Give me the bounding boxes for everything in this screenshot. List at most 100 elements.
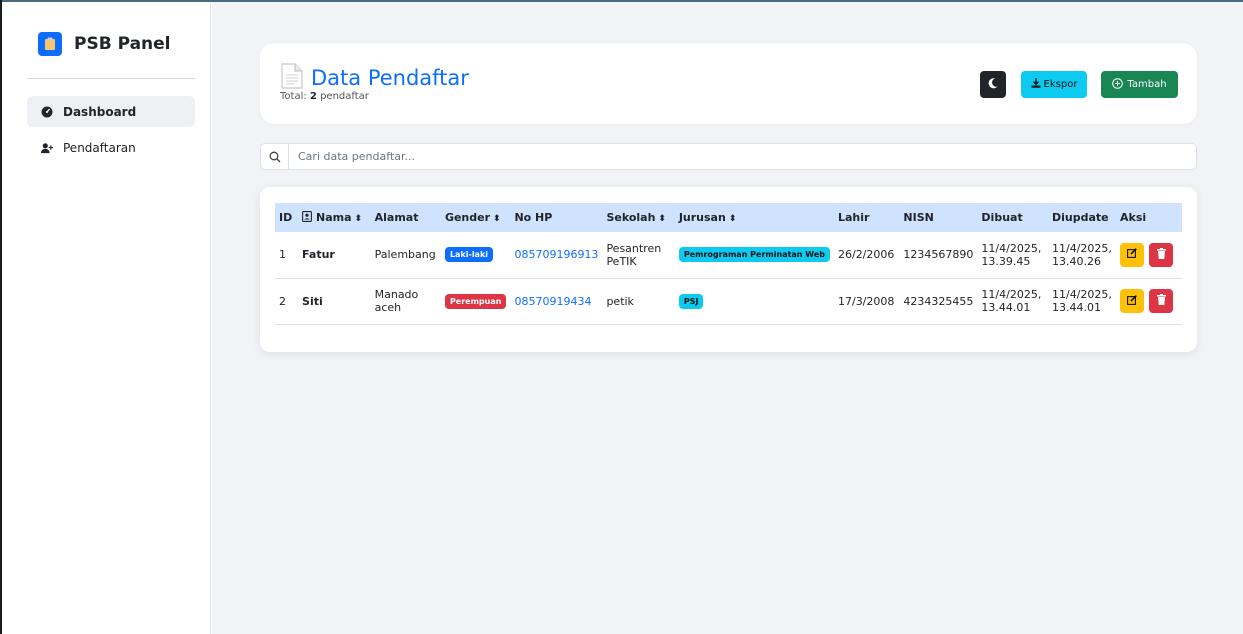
cell-jurusan: Pemrograman Perminatan Web: [674, 232, 834, 279]
sidebar-divider: [27, 78, 195, 79]
col-jurusan[interactable]: Jurusan ⬍: [675, 203, 834, 232]
cell-diupdate: 11/4/2025, 13.44.01: [1047, 278, 1116, 325]
moon-icon: [988, 77, 998, 92]
download-icon: [1031, 78, 1041, 91]
cell-dibuat: 11/4/2025, 13.44.01: [977, 278, 1048, 325]
sidebar: PSB Panel Dashboard Pendaftaran: [2, 2, 211, 634]
sort-icon: ⬍: [493, 214, 501, 224]
table-row: 1 Fatur Palembang Laki-laki 085709196913…: [275, 232, 1182, 279]
table-row: 2 Siti Manado aceh Perempuan 08570919434…: [275, 278, 1182, 325]
cell-jurusan: PSJ: [674, 278, 834, 325]
col-nama[interactable]: Nama ⬍: [298, 203, 371, 232]
col-label: Jurusan: [678, 211, 726, 224]
brand-title: PSB Panel: [74, 34, 171, 54]
cell-nama: Fatur: [298, 232, 371, 279]
main-content: Data Pendaftar Total: 2 pendaftar Ekspor…: [212, 2, 1243, 634]
search-bar: [260, 143, 1197, 170]
gender-badge: Laki-laki: [444, 247, 494, 263]
theme-toggle-button[interactable]: [980, 71, 1006, 98]
col-label: ID: [279, 211, 293, 224]
col-diupdate: Diupdate: [1048, 203, 1116, 232]
cell-no-hp: 08570919434: [510, 278, 603, 325]
col-label: Aksi: [1120, 211, 1147, 224]
table-card: ID Nama ⬍ Alamat Gender ⬍ No HP Sekolah ⬍ J…: [260, 187, 1197, 352]
col-label: Gender: [444, 211, 491, 224]
col-label: NISN: [903, 211, 934, 224]
phone-link[interactable]: 08570919434: [514, 295, 591, 308]
cell-id: 1: [275, 232, 299, 279]
search-input[interactable]: [289, 150, 1169, 163]
total-unit: pendaftar: [320, 91, 369, 102]
col-label: Nama: [316, 211, 352, 224]
cell-nisn: 4234325455: [899, 278, 978, 325]
add-label: Tambah: [1127, 79, 1167, 90]
sort-icon: ⬍: [354, 214, 363, 224]
col-label: Alamat: [374, 211, 419, 224]
delete-button[interactable]: [1149, 289, 1173, 313]
col-dibuat: Dibuat: [977, 203, 1048, 232]
col-lahir: Lahir: [834, 203, 899, 232]
cell-dibuat: 11/4/2025, 13.39.45: [977, 232, 1048, 279]
col-alamat: Alamat: [371, 203, 441, 232]
trash-icon: [1156, 294, 1166, 308]
cell-diupdate: 11/4/2025, 13.40.26: [1047, 232, 1116, 279]
gauge-icon: [41, 106, 53, 118]
page-title: Data Pendaftar: [311, 65, 469, 90]
col-label: Dibuat: [981, 211, 1023, 224]
col-label: Lahir: [837, 211, 870, 224]
col-label: Diupdate: [1051, 211, 1109, 224]
sort-icon: ⬍: [728, 214, 737, 224]
jurusan-badge: PSJ: [678, 293, 704, 309]
col-label: No HP: [514, 211, 553, 224]
cell-nisn: 1234567890: [899, 232, 978, 279]
page-title-row: Data Pendaftar: [281, 63, 469, 92]
edit-icon: [1127, 294, 1137, 308]
search-icon: [261, 144, 289, 169]
col-no-hp: No HP: [510, 203, 602, 232]
delete-button[interactable]: [1149, 242, 1173, 267]
user-plus-icon: [41, 142, 53, 154]
col-id: ID: [275, 203, 298, 232]
col-label: Sekolah: [606, 211, 656, 224]
add-button[interactable]: Tambah: [1101, 71, 1178, 98]
clipboard-icon: [38, 32, 62, 56]
export-button[interactable]: Ekspor: [1021, 71, 1087, 98]
sidebar-item-dashboard[interactable]: Dashboard: [27, 96, 195, 127]
cell-aksi: [1116, 232, 1182, 279]
cell-lahir: 17/3/2008: [833, 278, 900, 325]
sidebar-item-pendaftaran[interactable]: Pendaftaran: [27, 132, 195, 163]
col-gender[interactable]: Gender ⬍: [441, 203, 511, 232]
cell-alamat: Manado aceh: [370, 278, 441, 325]
cell-no-hp: 085709196913: [510, 232, 603, 279]
jurusan-badge: Pemrograman Perminatan Web: [678, 247, 830, 263]
cell-id: 2: [275, 278, 299, 325]
phone-link[interactable]: 085709196913: [514, 248, 598, 261]
trash-icon: [1156, 247, 1166, 262]
total-label: Total:: [280, 91, 307, 102]
edit-button[interactable]: [1120, 242, 1144, 267]
sidebar-item-label: Dashboard: [63, 104, 137, 119]
id-card-icon: [302, 211, 316, 224]
cell-gender: Perempuan: [440, 278, 511, 325]
brand[interactable]: PSB Panel: [38, 32, 171, 56]
edit-icon: [1127, 248, 1137, 261]
edit-button[interactable]: [1120, 289, 1144, 313]
sidebar-item-label: Pendaftaran: [63, 140, 136, 155]
cell-aksi: [1116, 278, 1182, 325]
col-aksi: Aksi: [1116, 203, 1182, 232]
sort-icon: ⬍: [658, 214, 666, 224]
cell-nama: Siti: [298, 278, 371, 325]
table-header-row: ID Nama ⬍ Alamat Gender ⬍ No HP Sekolah ⬍ J…: [275, 203, 1182, 232]
header-card: Data Pendaftar Total: 2 pendaftar Ekspor…: [260, 43, 1197, 124]
document-icon: [281, 63, 303, 92]
export-label: Ekspor: [1043, 79, 1078, 90]
data-table: ID Nama ⬍ Alamat Gender ⬍ No HP Sekolah ⬍ J…: [275, 203, 1182, 325]
col-sekolah[interactable]: Sekolah ⬍: [602, 203, 674, 232]
col-nisn: NISN: [899, 203, 977, 232]
total-count: Total: 2 pendaftar: [280, 91, 369, 102]
plus-circle-icon: [1112, 77, 1124, 92]
total-value: 2: [309, 91, 317, 102]
cell-sekolah: Pesantren PeTIK: [602, 232, 675, 279]
cell-gender: Laki-laki: [440, 232, 511, 279]
cell-lahir: 26/2/2006: [833, 232, 900, 279]
